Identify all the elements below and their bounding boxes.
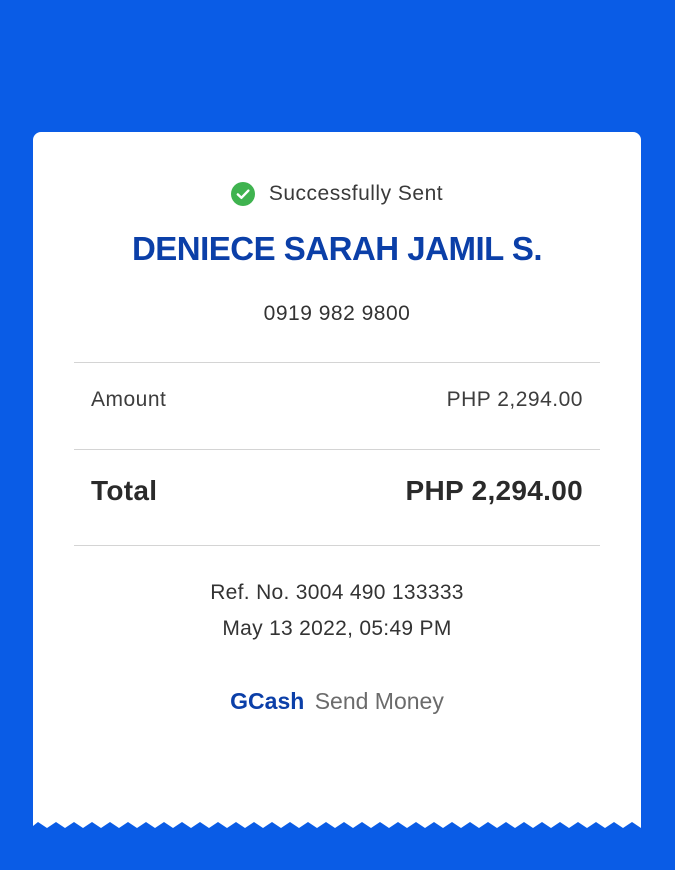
status-text: Successfully Sent bbox=[268, 182, 444, 205]
brand-name: GCash bbox=[230, 688, 305, 714]
divider bbox=[74, 362, 600, 363]
receipt-card: Successfully Sent DENIECE SARAH JAMIL S.… bbox=[33, 132, 641, 822]
transaction-datetime: May 13 2022, 05:49 PM bbox=[222, 617, 452, 640]
footer-branding: GCash Send Money bbox=[33, 688, 641, 715]
total-label: Total bbox=[91, 475, 158, 506]
recipient-phone: 0919 982 9800 bbox=[263, 302, 411, 325]
receipt-zigzag-edge bbox=[33, 818, 641, 828]
recipient-name: DENIECE SARAH JAMIL S. bbox=[131, 230, 543, 267]
divider bbox=[74, 545, 600, 546]
status-line: Successfully Sent bbox=[33, 182, 641, 206]
amount-row: Amount PHP 2,294.00 bbox=[91, 388, 583, 412]
total-value: PHP 2,294.00 bbox=[405, 475, 583, 506]
check-circle-icon bbox=[230, 182, 255, 206]
divider bbox=[74, 449, 600, 450]
total-row: Total PHP 2,294.00 bbox=[91, 475, 583, 507]
reference-number: Ref. No. 3004 490 133333 bbox=[210, 581, 464, 604]
amount-label: Amount bbox=[91, 388, 167, 411]
service-name: Send Money bbox=[314, 688, 444, 714]
amount-value: PHP 2,294.00 bbox=[446, 388, 583, 411]
